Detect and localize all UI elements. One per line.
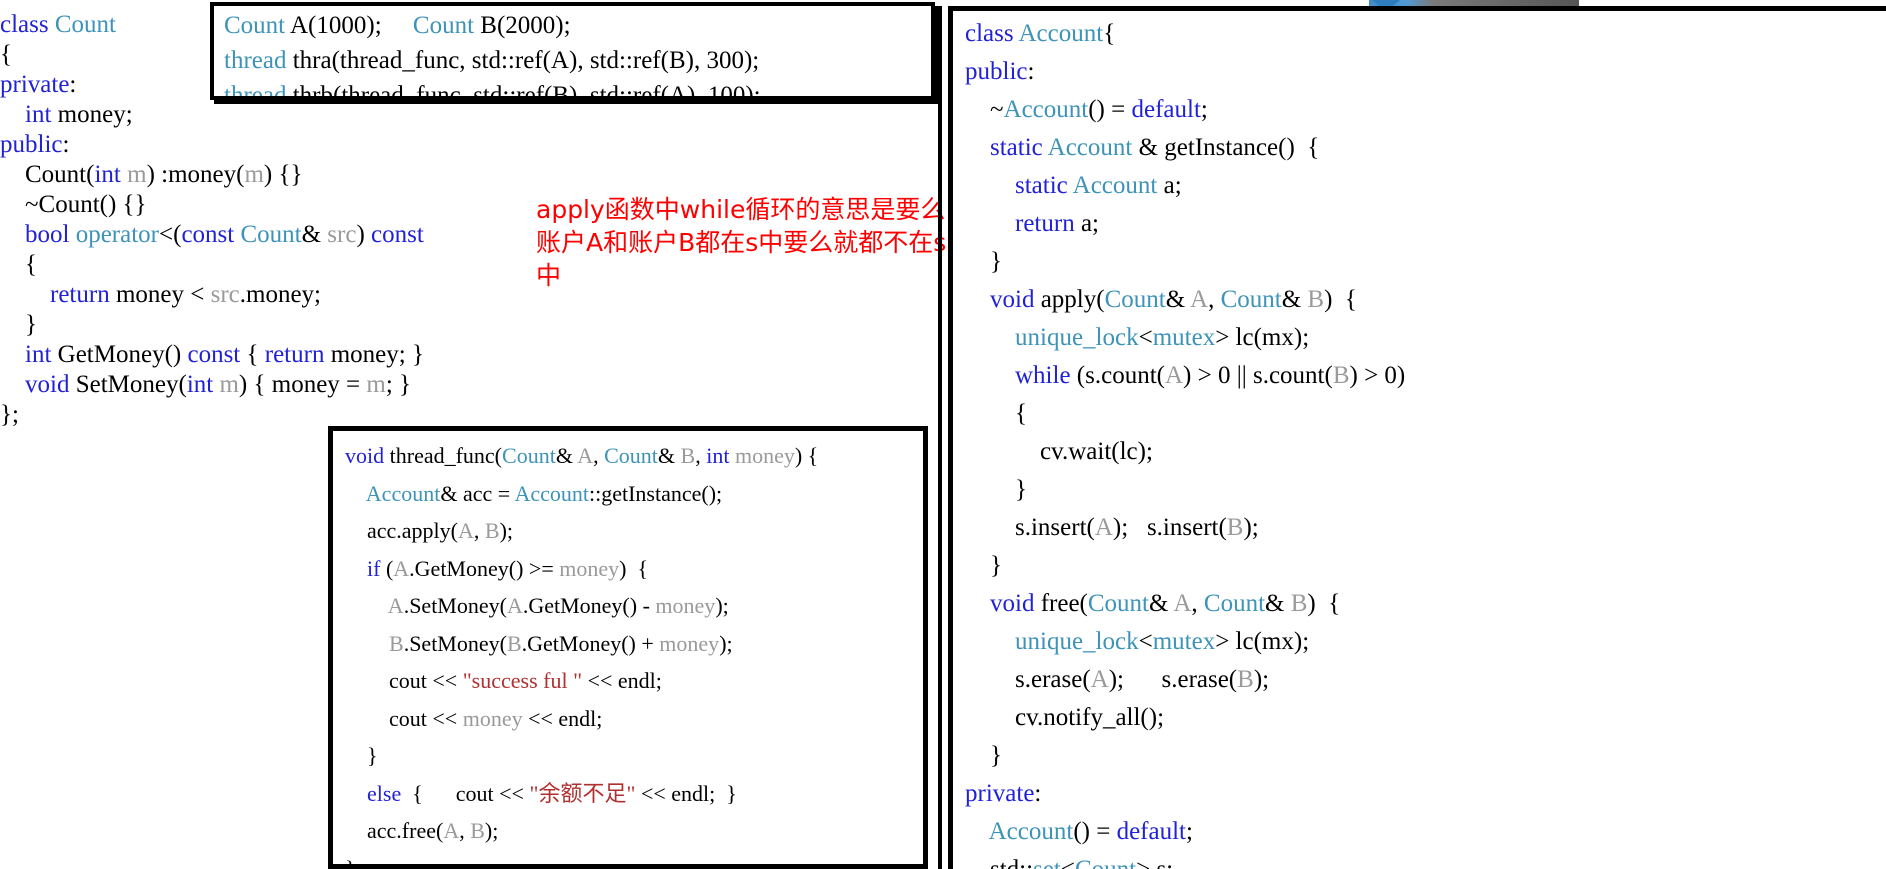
account-line-16: unique_lock<mutex> lc(mx); bbox=[1015, 628, 1310, 655]
account-line-12: } bbox=[965, 476, 1027, 503]
thread-box-line-1: thread thra(thread_func, std::ref(A), st… bbox=[224, 47, 760, 74]
account-line-19: } bbox=[965, 742, 1002, 769]
account-line-22: std::set<Count> s; bbox=[953, 847, 1886, 869]
account-line-10: { bbox=[965, 400, 1027, 427]
account-line-2: ~Account() = default; bbox=[965, 96, 1208, 123]
red-annotation-note: apply函数中while循环的意思是要么账户A和账户B都在s中要么就都不在s中 bbox=[536, 195, 947, 290]
account-line-11: cv.wait(lc); bbox=[965, 438, 1153, 465]
thread-launch-code-box: Count A(1000); Count B(2000); thread thr… bbox=[210, 2, 935, 100]
thread-func-line-6: cout << "success ful " << endl; bbox=[345, 668, 662, 693]
account-box-outer-rule bbox=[938, 6, 942, 869]
count-class-line-12: void SetMoney(int m) { money = m; } bbox=[25, 371, 412, 398]
account-line-4: static Account a; bbox=[1015, 172, 1182, 199]
thread-func-line-5: B.SetMoney(B.GetMoney() + money); bbox=[389, 630, 733, 656]
account-line-14: } bbox=[965, 552, 1002, 579]
account-line-8: unique_lock<mutex> lc(mx); bbox=[1015, 324, 1310, 351]
account-line-21: Account() = default; bbox=[988, 818, 1193, 845]
account-line-3: static Account & getInstance() { bbox=[990, 134, 1320, 161]
count-class-line-4: public: bbox=[0, 131, 70, 158]
account-line-6: } bbox=[965, 248, 1002, 275]
thread-box-line-2: thread thrb(thread_func, std::ref(B), st… bbox=[224, 82, 761, 100]
account-line-20: private: bbox=[965, 780, 1042, 807]
account-line-18: cv.notify_all(); bbox=[965, 704, 1165, 731]
thread-box-line-0: Count A(1000); Count B(2000); bbox=[224, 12, 571, 39]
account-line-7: void apply(Count& A, Count& B) { bbox=[990, 286, 1357, 313]
account-line-17: s.erase(A); s.erase(B); bbox=[965, 666, 1270, 693]
thread-func-line-1: Account& acc = Account::getInstance(); bbox=[365, 480, 723, 506]
count-class-line-3: int money; bbox=[25, 101, 133, 128]
thread-func-line-2: acc.apply(A, B); bbox=[345, 518, 514, 543]
account-line-0: class Account{ bbox=[965, 20, 1116, 47]
thread-func-line-0: void thread_func(Count& A, Count& B, int… bbox=[345, 443, 819, 468]
thread-func-line-10: acc.free(A, B); bbox=[345, 818, 499, 843]
account-line-15: void free(Count& A, Count& B) { bbox=[990, 590, 1341, 617]
account-line-5: return a; bbox=[1015, 210, 1099, 237]
account-class-code-box: class Account{ public: ~Account() = defa… bbox=[948, 6, 1886, 869]
count-class-line-10: } bbox=[0, 311, 37, 338]
slide-canvas: class Count { private: int money; public… bbox=[0, 0, 1886, 869]
thread-func-line-11: } bbox=[345, 855, 356, 869]
account-line-9: while (s.count(A) > 0 || s.count(B) > 0) bbox=[1015, 362, 1406, 389]
thread-func-line-8: } bbox=[345, 743, 378, 768]
count-class-line-11: int GetMoney() const { return money; } bbox=[25, 341, 424, 368]
account-line-1: public: bbox=[965, 58, 1035, 85]
account-line-13: s.insert(A); s.insert(B); bbox=[965, 514, 1259, 541]
count-class-line-5: Count(int m) :money(m) {} bbox=[0, 161, 303, 188]
thread-func-line-9: else { cout << "余额不足" << endl; } bbox=[367, 780, 737, 806]
thread-func-line-4: A.SetMoney(A.GetMoney() - money); bbox=[387, 593, 729, 618]
thread-func-line-7: cout << money << endl; bbox=[345, 705, 603, 731]
thread-func-code-box: void thread_func(Count& A, Count& B, int… bbox=[328, 426, 928, 869]
thread-func-line-3: if (A.GetMoney() >= money) { bbox=[367, 555, 649, 581]
